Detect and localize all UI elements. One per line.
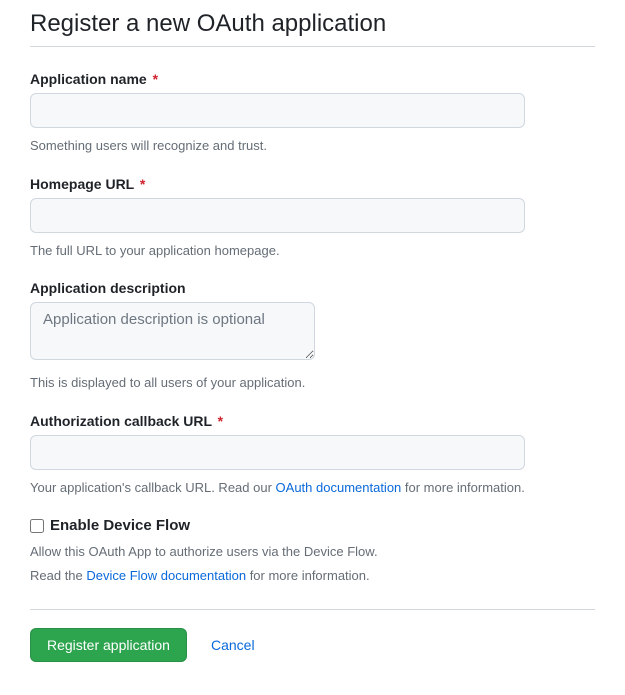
device-flow-label[interactable]: Enable Device Flow: [50, 517, 190, 534]
required-asterisk: *: [140, 176, 145, 192]
form-actions: Register application Cancel: [30, 609, 595, 662]
callback-help-prefix: Your application's callback URL. Read ou…: [30, 480, 276, 495]
device-flow-documentation-link[interactable]: Device Flow documentation: [86, 568, 246, 583]
device-flow-help-prefix: Read the: [30, 568, 86, 583]
required-asterisk: *: [153, 71, 158, 87]
callback-url-label: Authorization callback URL *: [30, 413, 595, 429]
homepage-url-input[interactable]: [30, 198, 525, 233]
app-name-input[interactable]: [30, 93, 525, 128]
app-description-textarea[interactable]: [30, 302, 315, 360]
homepage-url-help: The full URL to your application homepag…: [30, 241, 595, 261]
callback-url-group: Authorization callback URL * Your applic…: [30, 413, 595, 498]
homepage-url-group: Homepage URL * The full URL to your appl…: [30, 176, 595, 261]
device-flow-checkbox[interactable]: [30, 519, 44, 533]
app-description-help: This is displayed to all users of your a…: [30, 373, 595, 393]
app-name-label-text: Application name: [30, 71, 147, 87]
callback-url-help: Your application's callback URL. Read ou…: [30, 478, 595, 498]
required-asterisk: *: [218, 413, 223, 429]
device-flow-row: Enable Device Flow: [30, 517, 595, 534]
register-application-button[interactable]: Register application: [30, 628, 187, 662]
homepage-url-label-text: Homepage URL: [30, 176, 134, 192]
homepage-url-label: Homepage URL *: [30, 176, 595, 192]
callback-help-suffix: for more information.: [401, 480, 525, 495]
app-description-group: Application description This is displaye…: [30, 280, 595, 393]
oauth-registration-form: Application name * Something users will …: [30, 71, 595, 662]
device-flow-help-suffix: for more information.: [246, 568, 370, 583]
device-flow-help-line2: Read the Device Flow documentation for m…: [30, 566, 595, 586]
callback-url-input[interactable]: [30, 435, 525, 470]
cancel-link[interactable]: Cancel: [211, 637, 255, 653]
page-title: Register a new OAuth application: [30, 10, 595, 47]
app-description-label: Application description: [30, 280, 595, 296]
device-flow-group: Enable Device Flow Allow this OAuth App …: [30, 517, 595, 585]
device-flow-help: Allow this OAuth App to authorize users …: [30, 542, 595, 585]
device-flow-help-line1: Allow this OAuth App to authorize users …: [30, 542, 595, 562]
callback-url-label-text: Authorization callback URL: [30, 413, 212, 429]
app-name-help: Something users will recognize and trust…: [30, 136, 595, 156]
oauth-documentation-link[interactable]: OAuth documentation: [276, 480, 402, 495]
app-name-label: Application name *: [30, 71, 595, 87]
app-name-group: Application name * Something users will …: [30, 71, 595, 156]
